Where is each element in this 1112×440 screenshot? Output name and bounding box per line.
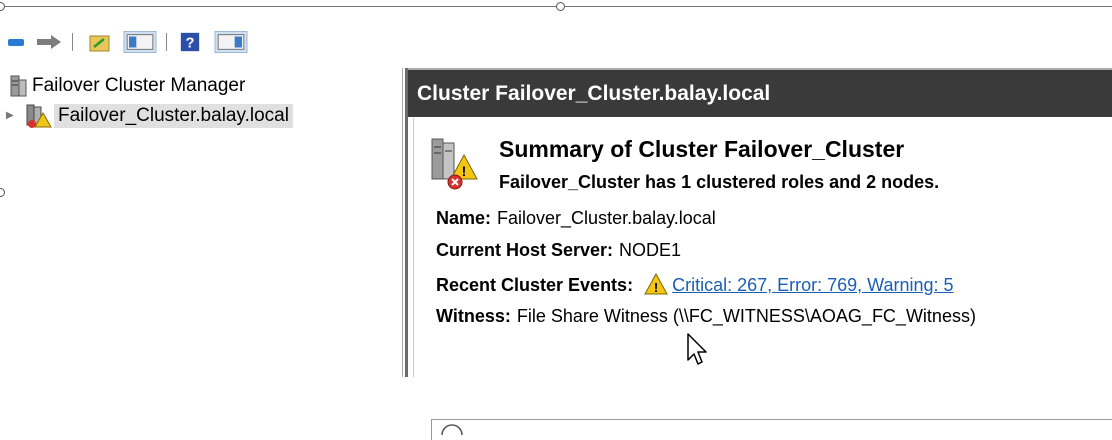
- resize-handle-left-middle[interactable]: [0, 188, 5, 197]
- warning-icon: !: [644, 272, 668, 295]
- failover-cluster-manager-icon: [10, 75, 27, 97]
- results-pane: Cluster Failover_Cluster.balay.local ! S…: [405, 68, 1112, 440]
- section-toggle-icon[interactable]: [440, 424, 464, 436]
- tree-item-failover-cluster-manager[interactable]: Failover Cluster Manager: [10, 72, 249, 100]
- events-row: Recent Cluster Events: ! Critical: 267, …: [436, 272, 954, 296]
- toolbar: ?: [0, 28, 1112, 58]
- tree-item-label: Failover Cluster Manager: [32, 75, 246, 96]
- console-tree: Failover Cluster Manager ▶ Failover_Clus…: [6, 68, 403, 377]
- witness-row: Witness: File Share Witness (\\FC_WITNESS…: [436, 306, 976, 327]
- witness-key: Witness:: [436, 306, 511, 326]
- svg-text:!: !: [462, 163, 467, 179]
- tree-item-label: Failover_Cluster.balay.local: [54, 104, 293, 128]
- summary-title: Summary of Cluster Failover_Cluster: [499, 136, 905, 162]
- pane-header: Cluster Failover_Cluster.balay.local: [408, 68, 1112, 117]
- mouse-cursor-icon: [687, 333, 707, 365]
- cluster-summary: ! Summary of Cluster Failover_Cluster Fa…: [413, 118, 1112, 440]
- name-value: Failover_Cluster.balay.local: [497, 208, 716, 228]
- toolbar-separator: [166, 33, 167, 51]
- host-key: Current Host Server:: [436, 240, 614, 260]
- toolbar-separator: [72, 33, 73, 51]
- expand-arrow-icon[interactable]: ▶: [6, 110, 14, 121]
- resize-handle-left-top[interactable]: [0, 2, 5, 11]
- back-arrow-icon[interactable]: [6, 31, 28, 53]
- up-folder-icon[interactable]: [88, 31, 112, 53]
- svg-text:?: ?: [186, 36, 195, 52]
- svg-text:!: !: [654, 280, 658, 295]
- cluster-events-link[interactable]: Critical: 267, Error: 769, Warning: 5: [672, 275, 953, 295]
- collapsed-section-box: [431, 419, 1112, 440]
- witness-value: File Share Witness (\\FC_WITNESS\AOAG_FC…: [516, 306, 976, 326]
- summary-subtitle: Failover_Cluster has 1 clustered roles a…: [499, 172, 940, 192]
- cluster-icon: [26, 104, 52, 128]
- host-row: Current Host Server: NODE1: [436, 240, 681, 261]
- name-row: Name: Failover_Cluster.balay.local: [436, 208, 716, 229]
- resize-handle-top[interactable]: [556, 2, 565, 11]
- show-hide-action-pane-icon[interactable]: [213, 31, 249, 53]
- help-icon[interactable]: ?: [178, 31, 202, 53]
- host-value: NODE1: [619, 240, 682, 260]
- events-key: Recent Cluster Events:: [436, 275, 634, 295]
- show-hide-console-tree-icon[interactable]: [122, 31, 158, 53]
- name-key: Name:: [436, 208, 492, 228]
- cluster-warning-icon: !: [431, 138, 478, 190]
- forward-arrow-icon[interactable]: [35, 31, 63, 53]
- tree-item-cluster[interactable]: ▶ Failover_Cluster.balay.local: [6, 102, 293, 130]
